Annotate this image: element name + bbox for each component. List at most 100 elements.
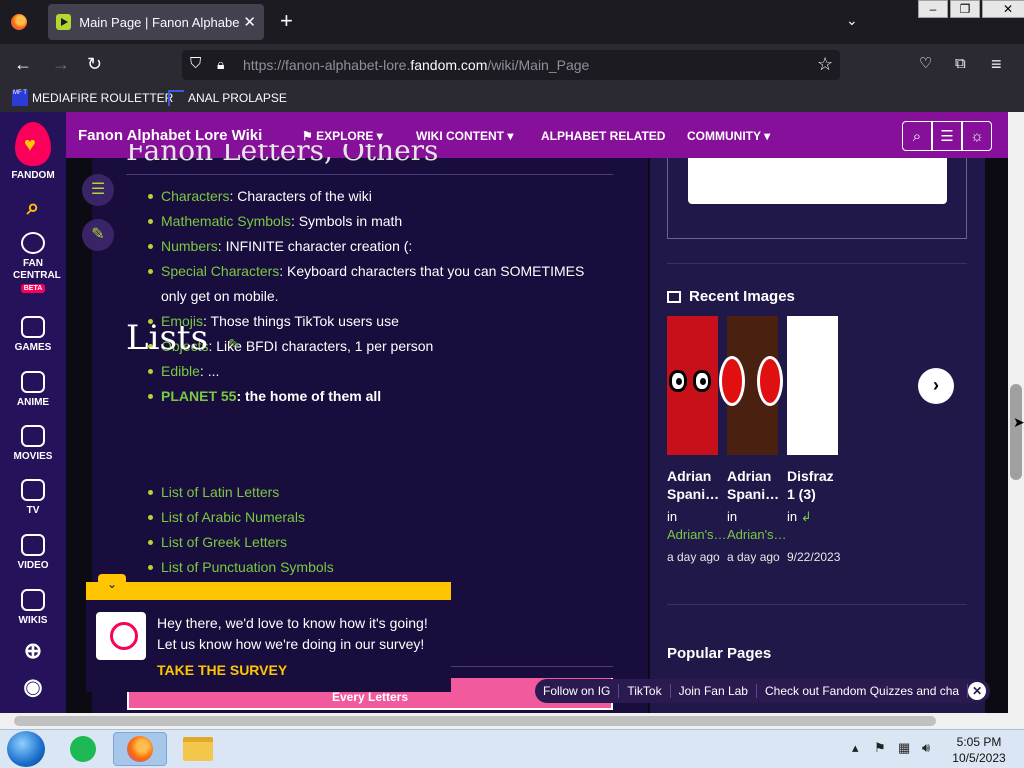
rail-item-anime[interactable]: ANIME bbox=[0, 371, 66, 408]
shield-icon[interactable]: ⛉ bbox=[190, 54, 201, 74]
rail-item-wikis[interactable]: WIKIS bbox=[0, 589, 66, 626]
rail-item-games[interactable]: GAMES bbox=[0, 316, 66, 353]
link-edible[interactable]: Edible bbox=[161, 363, 200, 379]
bookmark-icon bbox=[168, 90, 184, 106]
volume-icon[interactable]: 🔊︎ bbox=[922, 740, 930, 756]
tray-expand-icon[interactable]: ▴ bbox=[852, 740, 859, 756]
tab-close-icon[interactable]: ✕ bbox=[243, 13, 256, 31]
firefox-icon[interactable] bbox=[11, 14, 27, 30]
forward-arrow-icon[interactable]: → bbox=[52, 54, 70, 74]
window-controls: ‒ ❐ ✕ bbox=[918, 0, 1024, 18]
link-latin-letters[interactable]: List of Latin Letters bbox=[161, 484, 279, 500]
list-item: Numbers: INFINITE character creation (: bbox=[148, 234, 611, 259]
list-item: Mathematic Symbols: Symbols in math bbox=[148, 209, 611, 234]
clock-time: 5:05 PM bbox=[956, 735, 1002, 749]
recent-image-thumb-3[interactable] bbox=[787, 316, 838, 455]
join-fan-lab-link[interactable]: Join Fan Lab bbox=[671, 684, 757, 698]
section-heading-others: Fanon Letters, Others bbox=[126, 144, 439, 166]
image-icon bbox=[667, 290, 681, 303]
add-icon[interactable]: ⊕ bbox=[0, 638, 66, 664]
edit-pencil-icon[interactable]: ✎ bbox=[82, 219, 114, 251]
image-title[interactable]: Adrian Spani… bbox=[667, 467, 723, 503]
fandom-logo[interactable]: FANDOM bbox=[0, 122, 66, 181]
list-item: List of Greek Letters bbox=[148, 530, 611, 555]
recent-image-thumb-2[interactable] bbox=[719, 316, 783, 455]
link-arabic-numerals[interactable]: List of Arabic Numerals bbox=[161, 509, 305, 525]
play-icon bbox=[21, 534, 45, 556]
vertical-scroll-thumb[interactable] bbox=[1010, 384, 1022, 480]
action-center-flag-icon[interactable]: ⚑ bbox=[874, 740, 886, 756]
rail-item-video[interactable]: VIDEO bbox=[0, 534, 66, 571]
list-item: Characters: Characters of the wiki bbox=[148, 184, 611, 209]
wiki-favicon-icon bbox=[56, 14, 72, 30]
link-numbers[interactable]: Numbers bbox=[161, 238, 218, 254]
taskbar-app-explorer[interactable] bbox=[171, 732, 225, 766]
nav-alphabet-related[interactable]: ALPHABET RELATED bbox=[541, 129, 665, 143]
link-characters[interactable]: Characters bbox=[161, 188, 229, 204]
tiktok-link[interactable]: TikTok bbox=[619, 684, 671, 698]
link-special-characters[interactable]: Special Characters bbox=[161, 263, 279, 279]
table-of-contents-icon[interactable]: ☰ bbox=[82, 174, 114, 206]
mft-icon: MF T bbox=[12, 90, 28, 106]
maximize-button[interactable]: ❐ bbox=[950, 0, 980, 18]
minimize-button[interactable]: ‒ bbox=[918, 0, 948, 18]
close-icon[interactable]: ✕ bbox=[968, 682, 987, 700]
reload-icon[interactable]: ↻ bbox=[87, 54, 102, 74]
back-arrow-icon[interactable]: ← bbox=[14, 54, 32, 74]
url-text[interactable]: https://fanon-alphabet-lore.fandom.com/w… bbox=[243, 57, 589, 73]
theme-toggle-icon[interactable]: ☼ bbox=[962, 121, 992, 151]
image-title[interactable]: Disfraz 1 (3) bbox=[787, 467, 843, 503]
nav-community[interactable]: COMMUNITY ▾ bbox=[687, 129, 770, 143]
wiki-title[interactable]: Fanon Alphabet Lore Wiki bbox=[78, 127, 262, 144]
sidebar-divider bbox=[667, 263, 967, 264]
rail-item-movies[interactable]: MOVIES bbox=[0, 425, 66, 462]
pocket-icon[interactable]: ♡ bbox=[919, 54, 932, 74]
discussions-icon[interactable]: ☰ bbox=[932, 121, 962, 151]
sidebar-divider bbox=[667, 604, 967, 605]
horizontal-scroll-thumb[interactable] bbox=[14, 716, 936, 726]
link-greek-letters[interactable]: List of Greek Letters bbox=[161, 534, 287, 550]
image-title[interactable]: Adrian Spani… bbox=[727, 467, 783, 503]
network-icon[interactable]: ▦ bbox=[898, 740, 910, 756]
edit-section-icon[interactable]: ✎ bbox=[228, 336, 240, 353]
header-actions: ⌕ ☰ ☼ bbox=[902, 121, 992, 151]
browser-tab[interactable]: Main Page | Fanon Alphabet Lore Wiki | F… bbox=[48, 4, 264, 40]
search-icon[interactable]: ⌕ bbox=[0, 194, 66, 220]
take-survey-link[interactable]: TAKE THE SURVEY bbox=[157, 662, 287, 678]
nav-wiki-content[interactable]: WIKI CONTENT ▾ bbox=[416, 129, 513, 143]
rail-item-tv[interactable]: TV bbox=[0, 479, 66, 516]
fandom-quizzes-link[interactable]: Check out Fandom Quizzes and cha bbox=[757, 684, 969, 698]
image-source: in ↲ bbox=[787, 509, 812, 524]
folder-icon bbox=[183, 737, 213, 761]
image-source: in Adrian's… bbox=[727, 509, 787, 542]
nav-explore[interactable]: ⚑ EXPLORE ▾ bbox=[302, 129, 383, 143]
section-heading-lists: Lists bbox=[126, 318, 209, 358]
carousel-next-icon[interactable]: › bbox=[918, 368, 954, 404]
wiki-search-icon[interactable]: ⌕ bbox=[902, 121, 932, 151]
bookmark-second[interactable]: ANAL PROLAPSE bbox=[168, 90, 287, 106]
rail-item-fan-central[interactable]: FAN CENTRAL BETA bbox=[0, 232, 66, 293]
fandom-flame-icon bbox=[15, 122, 51, 166]
menu-hamburger-icon[interactable]: ≡ bbox=[991, 54, 1002, 74]
mouse-cursor-icon: ➤ bbox=[1013, 414, 1024, 430]
collapse-chevron-icon[interactable]: ⌄ bbox=[98, 574, 126, 594]
link-planet-55[interactable]: PLANET 55 bbox=[161, 388, 236, 404]
bookmark-star-icon[interactable]: ☆ bbox=[817, 54, 833, 74]
new-tab-button[interactable]: + bbox=[280, 10, 293, 32]
others-list: Characters: Characters of the wiki Mathe… bbox=[148, 184, 611, 409]
firefox-icon bbox=[127, 736, 153, 762]
link-punctuation-symbols[interactable]: List of Punctuation Symbols bbox=[161, 559, 334, 575]
taskbar-app-spotify[interactable] bbox=[56, 732, 110, 766]
recent-image-thumb-1[interactable] bbox=[667, 316, 718, 455]
start-button[interactable] bbox=[7, 731, 45, 767]
link-mathematic-symbols[interactable]: Mathematic Symbols bbox=[161, 213, 291, 229]
user-avatar-icon[interactable]: ◉ bbox=[0, 674, 66, 700]
extensions-icon[interactable]: ⧉ bbox=[955, 54, 966, 74]
follow-ig-link[interactable]: Follow on IG bbox=[535, 684, 620, 698]
close-window-button[interactable]: ✕ bbox=[982, 0, 1024, 18]
taskbar-clock[interactable]: 5:05 PM 10/5/2023 bbox=[950, 734, 1008, 766]
bookmark-mediafire[interactable]: MF T MEDIAFIRE ROULETTER bbox=[12, 90, 173, 106]
taskbar-app-firefox[interactable] bbox=[113, 732, 167, 766]
list-all-tabs-chevron-icon[interactable]: ⌄ bbox=[846, 12, 858, 29]
lock-icon[interactable]: 🔒︎ bbox=[217, 54, 224, 74]
